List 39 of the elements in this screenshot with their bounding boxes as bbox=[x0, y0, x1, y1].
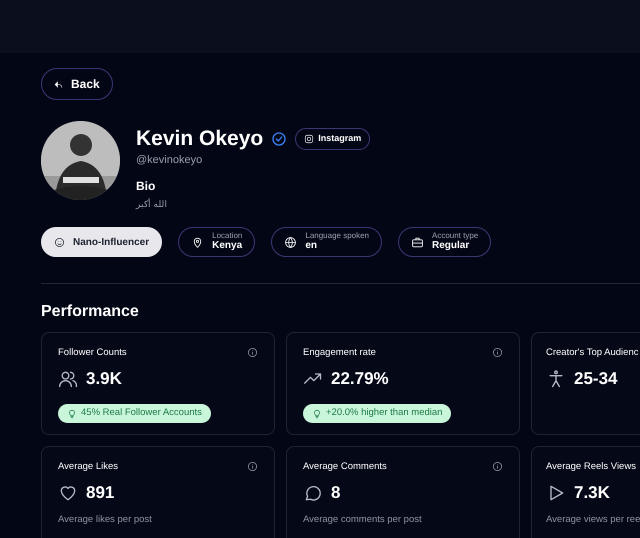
metric-title: Average Likes bbox=[58, 460, 118, 474]
metric-value: 7.3K bbox=[574, 482, 610, 504]
metric-value: 8 bbox=[331, 482, 340, 504]
smiley-icon bbox=[54, 236, 65, 248]
bio-heading: Bio bbox=[136, 178, 156, 195]
briefcase-icon bbox=[411, 236, 424, 249]
camera-icon bbox=[304, 134, 314, 144]
back-button[interactable]: Back bbox=[41, 68, 113, 100]
people-icon bbox=[58, 368, 78, 389]
metric-value: 22.79% bbox=[331, 368, 389, 390]
metric-subtitle: Average views per ree bbox=[546, 513, 640, 528]
lightbulb-icon bbox=[67, 408, 77, 419]
chip-value: en bbox=[305, 240, 318, 252]
metric-title: Average Comments bbox=[303, 460, 387, 474]
metric-title: Engagement rate bbox=[303, 346, 376, 360]
metric-title: Average Reels Views bbox=[546, 460, 636, 474]
chip-value: Kenya bbox=[212, 240, 242, 252]
metric-title: Creator's Top Audienc bbox=[546, 346, 638, 360]
platform-badge: Instagram bbox=[295, 128, 370, 150]
metric-value: 3.9K bbox=[86, 368, 122, 390]
tier-tag: Nano-Influencer bbox=[41, 227, 162, 258]
back-arrow-icon bbox=[54, 80, 63, 88]
bio-text: الله أكبر bbox=[136, 198, 168, 210]
lightbulb-icon bbox=[312, 408, 322, 419]
chip-label: Location bbox=[212, 232, 242, 240]
metric-value: 891 bbox=[86, 482, 114, 504]
globe-icon bbox=[284, 236, 298, 249]
chip-value: Regular bbox=[432, 240, 470, 252]
chip-label: Account type bbox=[432, 232, 478, 240]
chip-label: Language spoken bbox=[305, 232, 369, 240]
metric-subtitle: Average comments per post bbox=[303, 513, 423, 528]
profile-handle: @kevinokeyo bbox=[136, 154, 204, 167]
metric-title: Follower Counts bbox=[58, 346, 127, 360]
section-title: Performance bbox=[41, 302, 140, 322]
profile-name: Kevin Okeyo bbox=[136, 128, 264, 150]
metric-value: 25-34 bbox=[574, 368, 618, 390]
insight-badge: 45% Real Follower Accounts bbox=[58, 404, 211, 423]
metric-subtitle: Average likes per post bbox=[58, 513, 153, 528]
insight-badge: +20.0% higher than median bbox=[303, 404, 452, 423]
